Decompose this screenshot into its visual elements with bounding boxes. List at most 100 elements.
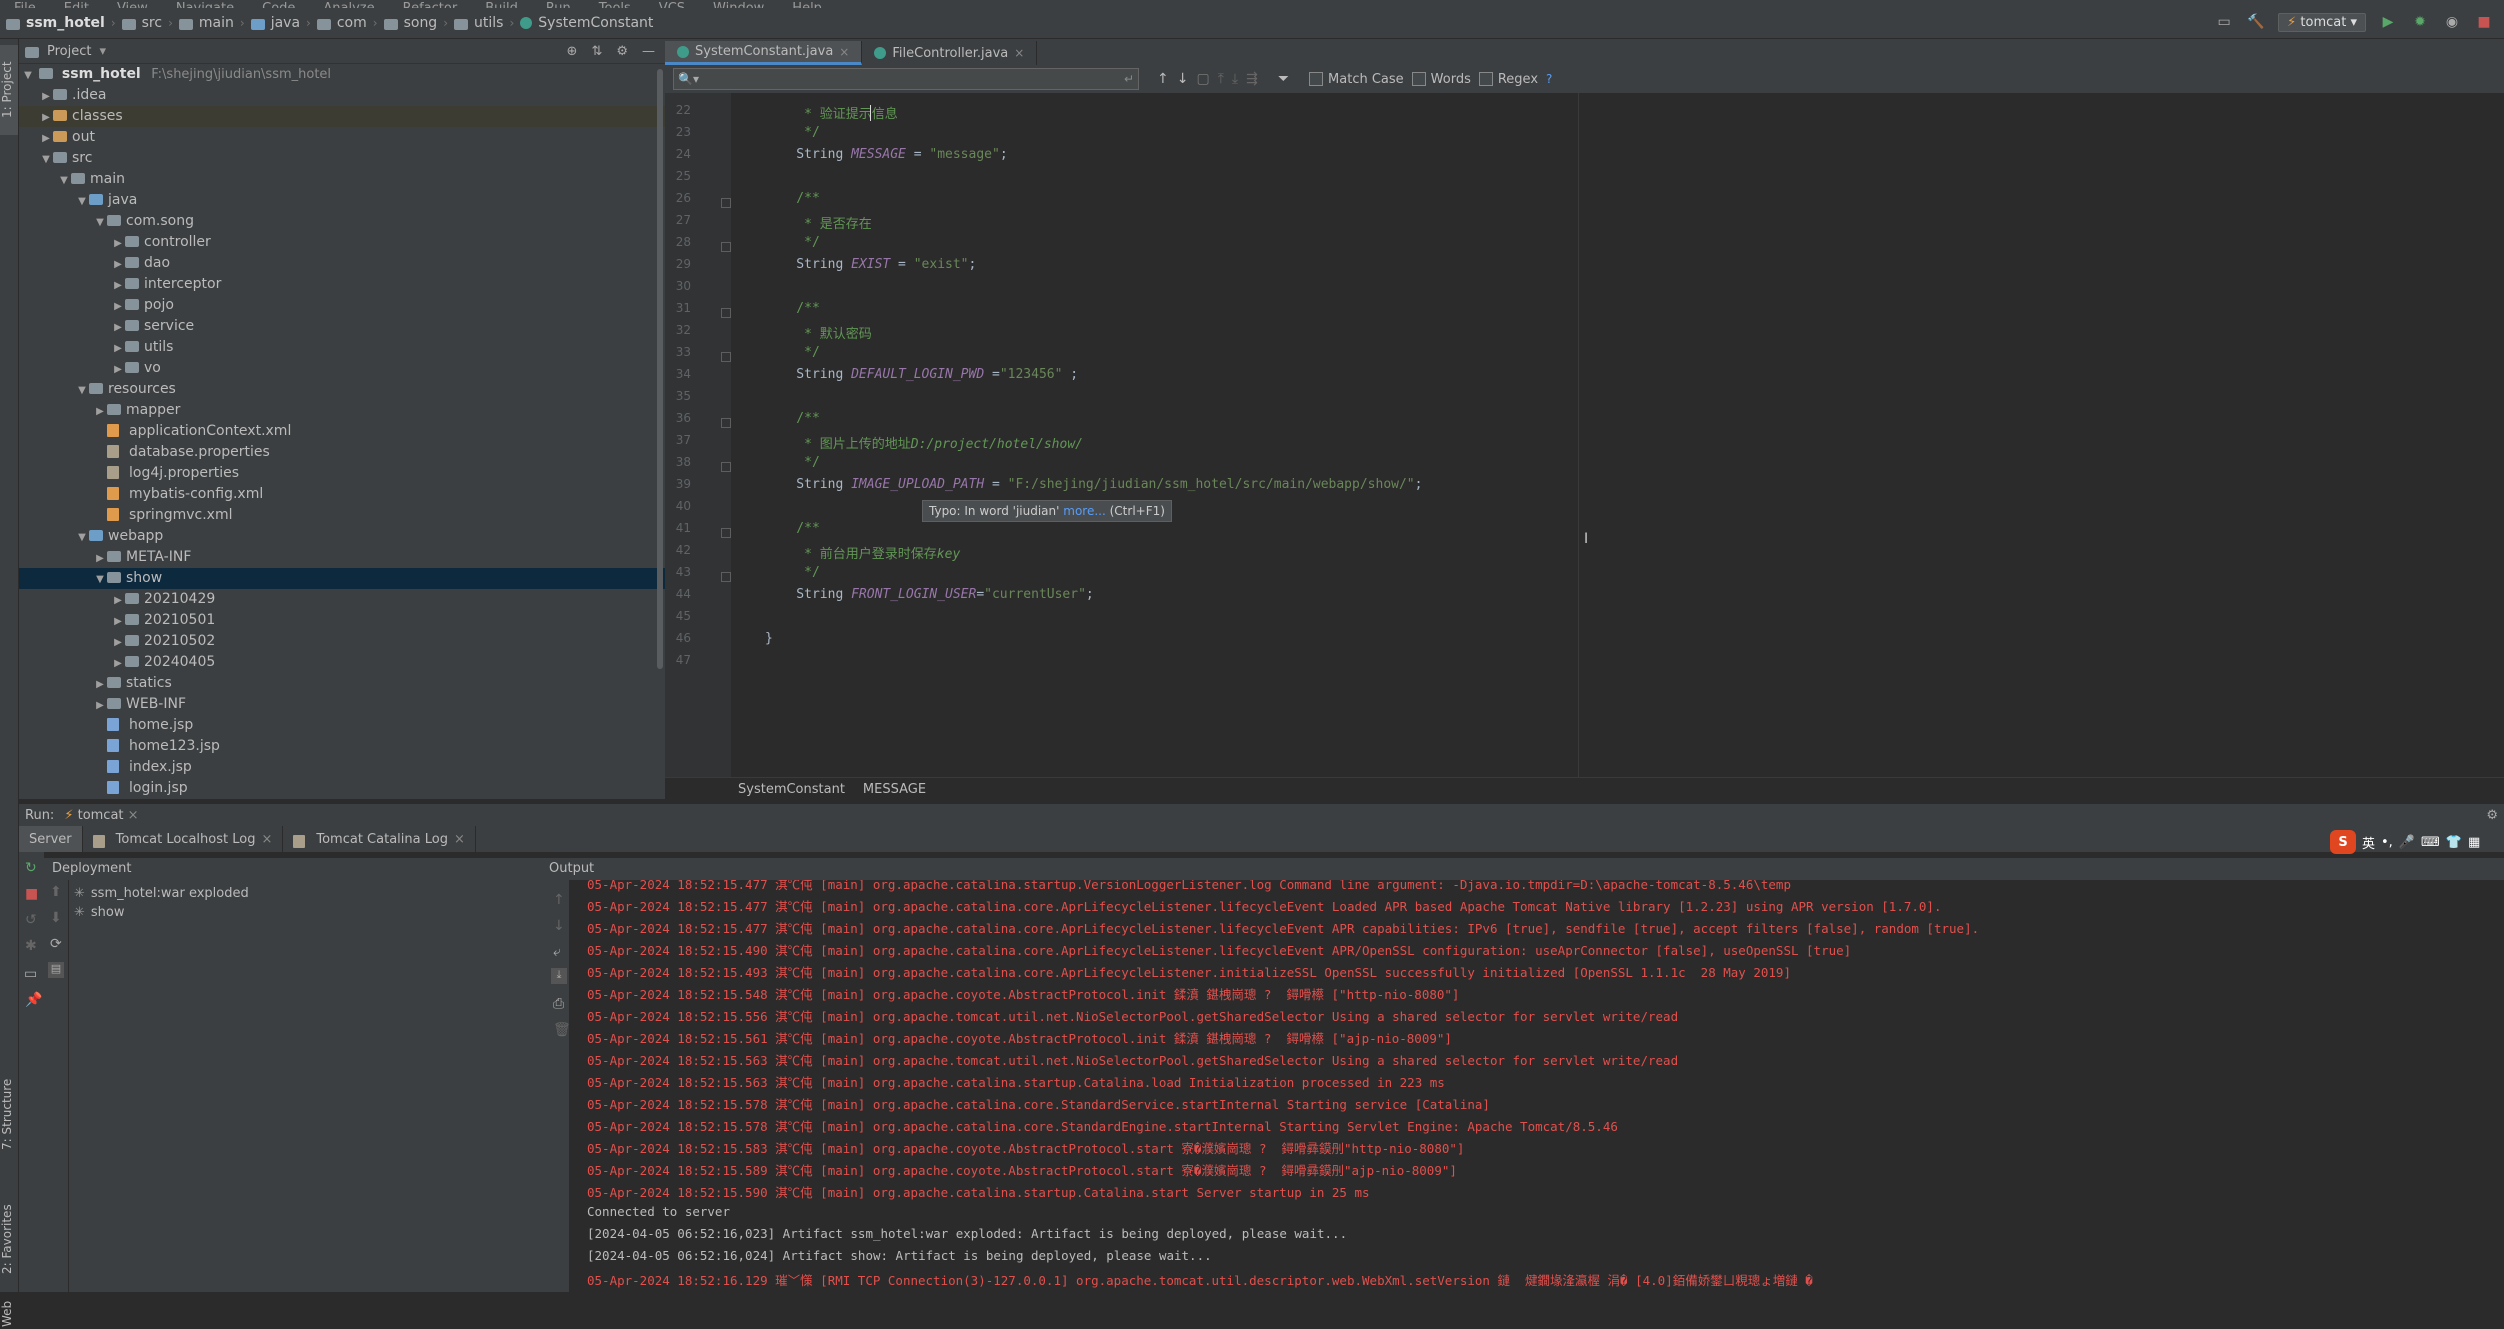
update-icon[interactable]: ↺	[25, 912, 37, 928]
collapse-arrow-icon[interactable]: ▶	[93, 674, 107, 695]
close-icon[interactable]: ×	[261, 832, 272, 847]
locate-icon[interactable]: ⊕	[567, 44, 578, 59]
code-line[interactable]: String MESSAGE = "message";	[765, 147, 1007, 162]
tree-item[interactable]: ▶ mapper	[19, 400, 665, 421]
collapse-arrow-icon[interactable]: ▶	[111, 632, 125, 653]
collapse-arrow-icon[interactable]: ▶	[111, 611, 125, 632]
fold-start-icon[interactable]	[721, 308, 731, 318]
refresh-icon[interactable]: ⟳	[50, 936, 62, 952]
collapse-arrow-icon[interactable]: ▶	[39, 86, 53, 107]
tree-item[interactable]: ▼ resources	[19, 379, 665, 400]
tree-item[interactable]: ▼ main	[19, 169, 665, 190]
tree-item[interactable]: ▶ pojo	[19, 295, 665, 316]
soft-wrap-icon[interactable]: ⤶	[553, 944, 561, 960]
select-all-occurrences-icon[interactable]: ⇶	[1246, 71, 1258, 87]
collapse-arrow-icon[interactable]: ▶	[111, 317, 125, 338]
tree-item[interactable]: applicationContext.xml	[19, 421, 665, 442]
tree-item[interactable]: home123.jsp	[19, 736, 665, 757]
breadcrumb-item[interactable]: com	[311, 15, 373, 31]
run-tab-0[interactable]: Server	[19, 826, 83, 852]
project-panel-title[interactable]: Project	[47, 44, 91, 59]
shirt-icon[interactable]: 👕	[2446, 835, 2462, 850]
tree-item[interactable]: ▶ 20240405	[19, 652, 665, 673]
add-selection-icon[interactable]: ⤒	[1218, 71, 1224, 87]
fold-end-icon[interactable]	[721, 572, 731, 582]
tree-item[interactable]: ▶ classes	[19, 106, 665, 127]
tree-item[interactable]: ▶ statics	[19, 673, 665, 694]
tree-item[interactable]: home.jsp	[19, 715, 665, 736]
fold-end-icon[interactable]	[721, 242, 731, 252]
code-line[interactable]: */	[765, 455, 820, 470]
tree-item[interactable]: ▶ .idea	[19, 85, 665, 106]
microphone-icon[interactable]: 🎤	[2399, 835, 2415, 850]
words-checkbox[interactable]: Words	[1411, 72, 1471, 87]
expand-arrow-icon[interactable]: ▼	[93, 212, 107, 233]
tree-item[interactable]: ▶ interceptor	[19, 274, 665, 295]
code-line[interactable]: * 验证提示信息	[765, 103, 898, 122]
breadcrumb-field[interactable]: MESSAGE	[863, 782, 926, 797]
code-line[interactable]: /**	[765, 411, 820, 426]
code-line[interactable]: String EXIST = "exist";	[765, 257, 976, 272]
sogou-ime-icon[interactable]: S	[2330, 830, 2356, 854]
up-arrow-icon[interactable]: ↑	[553, 892, 565, 908]
breadcrumb-item[interactable]: SystemConstant	[514, 15, 659, 31]
expand-arrow-icon[interactable]: ▼	[21, 65, 35, 86]
rerun-icon[interactable]: ↻	[25, 860, 37, 876]
run-icon[interactable]: ▶	[2378, 12, 2398, 32]
tree-item[interactable]: database.properties	[19, 442, 665, 463]
layout-icon[interactable]: ▭	[2214, 12, 2234, 32]
code-line[interactable]: */	[765, 125, 820, 140]
breadcrumb-item[interactable]: song	[378, 15, 444, 31]
console-output[interactable]: 05-Apr-2024 18:52:15.477 淇℃伅 [main] org.…	[569, 880, 2504, 1292]
close-icon[interactable]: ×	[454, 832, 465, 847]
tree-item[interactable]: ▶ out	[19, 127, 665, 148]
project-tool-tab[interactable]: 1: Project	[0, 45, 18, 135]
collapse-arrow-icon[interactable]: ▶	[111, 233, 125, 254]
close-icon[interactable]: ×	[1014, 46, 1024, 60]
breadcrumb-item[interactable]: utils	[448, 15, 509, 31]
expand-arrow-icon[interactable]: ▼	[75, 527, 89, 548]
next-occurrence-icon[interactable]: ↓	[1177, 71, 1189, 87]
tree-item[interactable]: login.jsp	[19, 778, 665, 799]
pin-icon[interactable]: 📌	[25, 992, 42, 1008]
filter-icon[interactable]: ⏷	[1278, 71, 1289, 87]
tree-item[interactable]: ▶ vo	[19, 358, 665, 379]
tree-item[interactable]: ▶ 20210501	[19, 610, 665, 631]
collapse-arrow-icon[interactable]: ▶	[111, 590, 125, 611]
print-icon[interactable]: ⎙	[553, 996, 564, 1012]
collapse-arrow-icon[interactable]: ▶	[93, 401, 107, 422]
tree-item[interactable]: ▼ webapp	[19, 526, 665, 547]
punctuation-icon[interactable]: •,	[2381, 835, 2393, 850]
tab-systemconstant[interactable]: SystemConstant.java ×	[665, 41, 863, 65]
code-line[interactable]: * 前台用户登录时保存key	[765, 543, 960, 562]
favorites-tool-tab[interactable]: 2: Favorites	[0, 1189, 18, 1289]
collapse-arrow-icon[interactable]: ▶	[111, 254, 125, 275]
tree-item[interactable]: ▶ utils	[19, 337, 665, 358]
console-icon[interactable]: ▤	[48, 962, 64, 978]
tab-filecontroller[interactable]: FileController.java ×	[862, 41, 1038, 65]
find-input[interactable]: 🔍▾ ↵	[673, 68, 1139, 90]
tree-root[interactable]: ▼ ssm_hotel F:\shejing\jiudian\ssm_hotel	[19, 64, 665, 85]
keyboard-icon[interactable]: ⌨	[2421, 835, 2440, 850]
layout-icon[interactable]: ▭	[24, 966, 37, 982]
tree-item[interactable]: ▶ dao	[19, 253, 665, 274]
collapse-arrow-icon[interactable]: ▶	[111, 653, 125, 674]
chevron-down-icon[interactable]: ▾	[99, 44, 106, 59]
deployment-item[interactable]: ✳ ssm_hotel:war exploded	[74, 884, 249, 903]
tree-item[interactable]: ▶ 20210429	[19, 589, 665, 610]
collapse-arrow-icon[interactable]: ▶	[111, 296, 125, 317]
project-scrollbar[interactable]	[657, 69, 663, 669]
code-line[interactable]: /**	[765, 301, 820, 316]
fold-end-icon[interactable]	[721, 352, 731, 362]
tree-item[interactable]: index.jsp	[19, 757, 665, 778]
breadcrumb-item[interactable]: src	[116, 15, 168, 31]
code-line[interactable]: */	[765, 345, 820, 360]
build-hammer-icon[interactable]: 🔨	[2246, 12, 2266, 32]
code-line[interactable]: /**	[765, 521, 820, 536]
deployment-item[interactable]: ✳ show	[74, 903, 249, 922]
code-editor[interactable]: * 验证提示信息 */ String MESSAGE = "message"; …	[731, 93, 2504, 777]
gear-icon[interactable]: ⚙	[2486, 808, 2498, 823]
breadcrumb-item[interactable]: java	[245, 15, 306, 31]
regex-help-link[interactable]: ?	[1546, 72, 1552, 86]
tree-item[interactable]: springmvc.xml	[19, 505, 665, 526]
